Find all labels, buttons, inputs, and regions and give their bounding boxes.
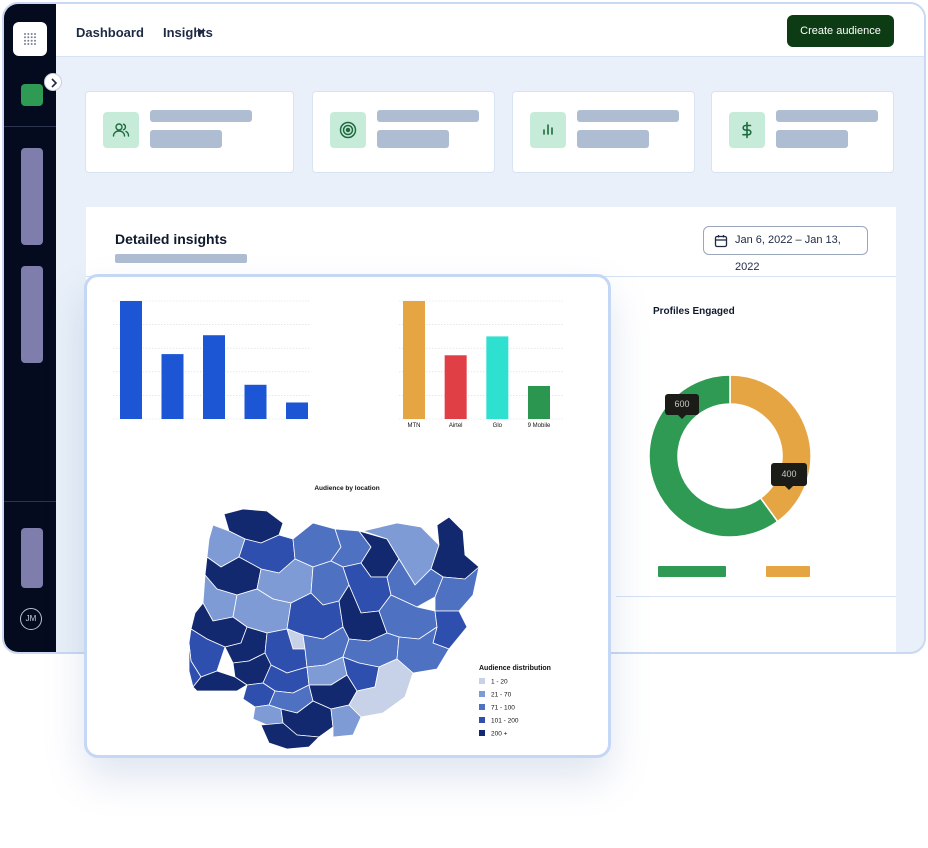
workspace-indicator[interactable]	[21, 84, 43, 106]
map-legend-item: 200 +	[479, 730, 507, 738]
map-legend-title: Audience distribution	[479, 665, 551, 672]
overlay-charts	[113, 300, 563, 750]
create-audience-button[interactable]: Create audience	[787, 15, 894, 47]
skeleton-line	[377, 130, 449, 148]
breadcrumb-insights: Insights	[163, 25, 213, 40]
bar[interactable]	[161, 354, 184, 419]
map-legend-item: 101 - 200	[479, 717, 518, 725]
stat-card[interactable]	[85, 91, 294, 173]
map-legend-item: 1 - 20	[479, 678, 508, 686]
map-region	[430, 516, 480, 580]
app-logo[interactable]	[13, 22, 47, 56]
bar[interactable]	[286, 402, 308, 419]
map-legend-item: 21 - 70	[479, 691, 511, 699]
bar[interactable]	[403, 301, 425, 419]
stat-icon-box	[103, 112, 139, 148]
skeleton-line	[577, 110, 679, 122]
skeleton-line	[150, 130, 222, 148]
date-range-label: Jan 6, 2022 – Jan 13, 2022	[735, 234, 841, 273]
legend-label: 21 - 70	[491, 691, 512, 699]
sidebar-item-placeholder[interactable]	[21, 528, 43, 588]
legend-swatch	[479, 730, 485, 736]
bar-chart-networks	[399, 300, 563, 420]
dollar-icon	[742, 121, 752, 139]
stat-card[interactable]	[711, 91, 894, 173]
donut-legend-green	[658, 566, 726, 577]
skeleton-line	[150, 110, 252, 122]
date-range-picker[interactable]: Jan 6, 2022 – Jan 13, 2022	[703, 226, 868, 273]
insights-title: Detailed insights	[115, 231, 228, 247]
top-bar: Dashboard Insights Create audience	[56, 4, 924, 57]
bar[interactable]	[203, 335, 225, 419]
sidebar-item-placeholder[interactable]	[21, 266, 43, 363]
bar[interactable]	[120, 301, 142, 419]
dots-grid-icon	[24, 33, 36, 45]
breadcrumb-dashboard[interactable]: Dashboard	[76, 25, 144, 40]
bar-label-9mobile: 9 Mobile	[527, 423, 551, 429]
map-region	[432, 610, 468, 650]
donut-slice[interactable]	[729, 374, 812, 523]
skeleton-line	[115, 254, 247, 263]
map-region	[252, 704, 284, 726]
legend-swatch	[479, 678, 485, 684]
map-legend-item: 71 - 100	[479, 704, 515, 712]
legend-label: 101 - 200	[491, 717, 519, 725]
map-title: Audience by location	[314, 485, 380, 492]
divider	[616, 596, 896, 597]
stat-icon-box	[330, 112, 366, 148]
bar-chart-blue	[113, 300, 311, 420]
bar[interactable]	[486, 336, 509, 419]
donut-tooltip: 600	[665, 394, 699, 419]
stat-icon-box	[530, 112, 566, 148]
legend-swatch	[479, 717, 485, 723]
skeleton-line	[377, 110, 479, 122]
skeleton-line	[776, 110, 878, 122]
sidebar-item-placeholder[interactable]	[21, 148, 43, 245]
bar[interactable]	[244, 384, 267, 419]
skeleton-line	[577, 130, 649, 148]
bar-chart-icon	[543, 124, 553, 135]
donut-chart-title: Profiles Engaged	[653, 306, 735, 317]
donut-tooltip: 400	[771, 463, 807, 490]
legend-label: 71 - 100	[491, 704, 515, 712]
nigeria-map	[188, 508, 480, 750]
sidebar: JM	[4, 4, 56, 652]
users-icon	[112, 123, 130, 137]
bar[interactable]	[528, 385, 550, 419]
legend-swatch	[479, 691, 485, 697]
chevron-right-icon	[51, 78, 58, 88]
stat-card[interactable]	[512, 91, 695, 173]
legend-label: 1 - 20	[491, 678, 508, 686]
overlay-chart-card: MTN Airtel Glo 9 Mobile Audience by loca…	[84, 274, 611, 758]
target-icon	[339, 121, 357, 139]
sidebar-divider	[4, 501, 56, 502]
user-avatar[interactable]: JM	[20, 608, 42, 630]
legend-label: 200 +	[491, 730, 508, 738]
bar[interactable]	[444, 355, 467, 419]
calendar-icon	[714, 235, 728, 248]
expand-sidebar-button[interactable]	[44, 73, 62, 91]
sidebar-divider	[4, 126, 56, 127]
stat-card[interactable]	[312, 91, 495, 173]
legend-swatch	[479, 704, 485, 710]
donut-legend-orange	[766, 566, 810, 577]
skeleton-line	[776, 130, 848, 148]
stat-icon-box	[729, 112, 765, 148]
